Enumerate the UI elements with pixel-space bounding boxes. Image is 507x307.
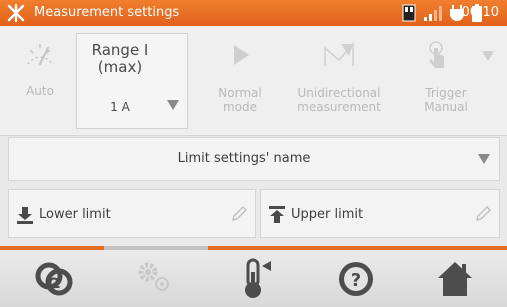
memory-card-icon (402, 4, 416, 22)
play-icon (234, 45, 249, 65)
auto-button[interactable]: Auto (10, 40, 70, 124)
lower-limit-icon (17, 207, 33, 224)
pencil-icon[interactable] (474, 205, 492, 223)
help-icon: ? (339, 262, 373, 296)
svg-text:Ω: Ω (48, 276, 60, 292)
range-title-line1: Range I (91, 41, 149, 59)
trigger-manual-button[interactable]: Trigger Manual (404, 40, 500, 124)
range-title: Range I (max) (77, 42, 163, 76)
normal-mode-line1: Normal (218, 86, 262, 100)
pencil-icon[interactable] (230, 205, 248, 223)
unidirectional-line1: Unidirectional (297, 86, 381, 100)
auto-range-icon (27, 44, 53, 65)
chevron-down-icon (167, 100, 179, 110)
unidirectional-measurement-button[interactable]: Unidirectional measurement (286, 40, 392, 124)
trigger-line1: Trigger (425, 86, 467, 100)
normal-mode-button[interactable]: Normal mode (198, 40, 282, 124)
temperature-button[interactable] (205, 252, 305, 307)
range-title-line2: (max) (97, 58, 143, 76)
normal-mode-line2: mode (222, 100, 258, 114)
range-selector[interactable]: Range I (max) 1 A (76, 33, 188, 129)
window-title: Measurement settings (34, 5, 180, 20)
bottom-nav-bar: Ω ? (0, 246, 507, 307)
range-value: 1 A (110, 100, 130, 114)
clock: 06:10 (461, 5, 499, 20)
unidirectional-line2: measurement (297, 100, 381, 114)
thermometer-icon (245, 258, 271, 298)
limit-settings-name-label: Limit settings' name (177, 151, 311, 166)
svg-text:?: ? (351, 270, 361, 291)
auto-label: Auto (26, 84, 54, 98)
signal-strength-icon (424, 6, 442, 21)
upper-limit-field[interactable]: Upper limit (260, 189, 500, 238)
lower-limit-field[interactable]: Lower limit (8, 189, 256, 238)
trigger-line2: Manual (424, 100, 468, 114)
unidirectional-label: Unidirectional measurement (286, 86, 392, 114)
home-icon (438, 262, 472, 296)
settings-button[interactable] (104, 252, 204, 307)
touch-hand-icon (429, 41, 444, 68)
meter-logo-icon (7, 3, 25, 23)
measurement-mode-button[interactable]: Ω (3, 252, 103, 307)
chevron-down-icon (478, 154, 490, 164)
upper-limit-label: Upper limit (291, 207, 364, 222)
lower-limit-label: Lower limit (39, 207, 111, 222)
upper-limit-icon (269, 206, 285, 223)
unidirectional-icon (324, 42, 354, 66)
gears-icon (138, 262, 169, 291)
home-button[interactable] (404, 252, 504, 307)
limit-settings-name-dropdown[interactable]: Limit settings' name (8, 137, 500, 181)
resistance-loop-icon: Ω (35, 262, 73, 296)
trigger-label: Trigger Manual (392, 86, 500, 114)
help-button[interactable]: ? (305, 252, 405, 307)
normal-mode-label: Normal mode (198, 86, 282, 114)
chevron-down-icon (482, 51, 494, 61)
status-bar: Measurement settings 06:10 (0, 0, 507, 26)
